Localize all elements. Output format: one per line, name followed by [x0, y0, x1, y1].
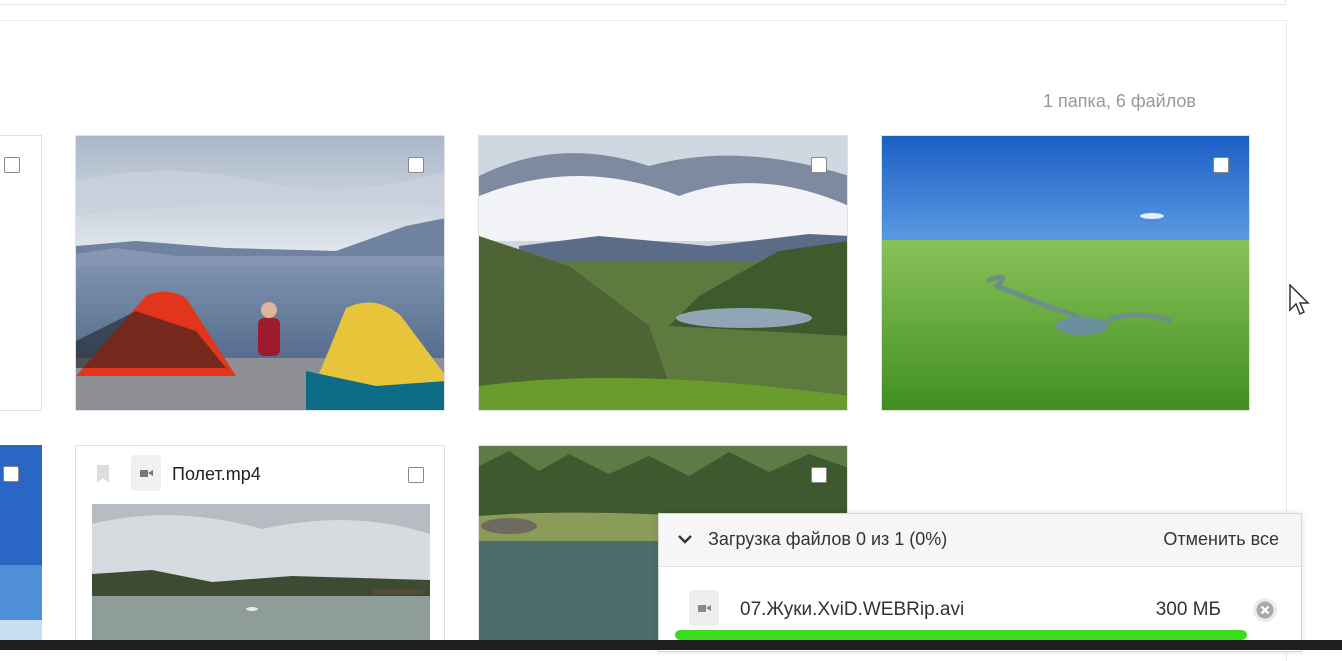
upload-status-title: Загрузка файлов 0 из 1 (0%) [708, 529, 948, 549]
close-circle-icon[interactable] [1251, 596, 1279, 624]
bottom-edge [0, 640, 1342, 650]
select-checkbox[interactable] [408, 157, 424, 173]
select-checkbox[interactable] [408, 467, 424, 483]
chevron-down-icon[interactable] [677, 533, 693, 545]
file-tile-partial[interactable] [0, 445, 42, 650]
select-checkbox[interactable] [811, 157, 827, 173]
select-checkbox[interactable] [3, 466, 19, 482]
video-thumbnail [92, 504, 430, 649]
select-checkbox[interactable] [1213, 157, 1229, 173]
file-tile-image[interactable] [75, 135, 445, 411]
mouse-cursor-icon [1289, 284, 1310, 316]
bookmark-icon[interactable] [96, 464, 110, 484]
upload-panel: Загрузка файлов 0 из 1 (0%) Отменить все… [658, 513, 1302, 652]
select-checkbox[interactable] [811, 467, 827, 483]
upload-panel-header[interactable]: Загрузка файлов 0 из 1 (0%) Отменить все [659, 514, 1301, 567]
video-tile-header: Полет.mp4 [76, 446, 444, 504]
file-name: Полет.mp4 [172, 464, 261, 484]
video-file-icon [689, 590, 719, 626]
file-tile-partial[interactable] [0, 135, 42, 411]
photo-thumbnail [882, 136, 1249, 410]
cancel-all-button[interactable]: Отменить все [1163, 529, 1279, 550]
file-tile-image[interactable] [881, 135, 1250, 411]
top-panel-edge [0, 0, 1286, 5]
file-tile-image[interactable] [478, 135, 848, 411]
folder-summary: 1 папка, 6 файлов [1043, 91, 1196, 111]
photo-thumbnail [479, 136, 847, 410]
upload-progress-fill [675, 630, 1247, 640]
file-tile-video[interactable]: Полет.mp4 [75, 445, 445, 650]
select-checkbox[interactable] [4, 157, 20, 173]
upload-progress-bar [675, 630, 1247, 640]
video-file-icon [131, 455, 161, 491]
photo-thumbnail [76, 136, 444, 410]
upload-file-name: 07.Жуки.XviD.WEBRip.avi [740, 599, 965, 620]
upload-file-size: 300 МБ [1155, 599, 1221, 620]
